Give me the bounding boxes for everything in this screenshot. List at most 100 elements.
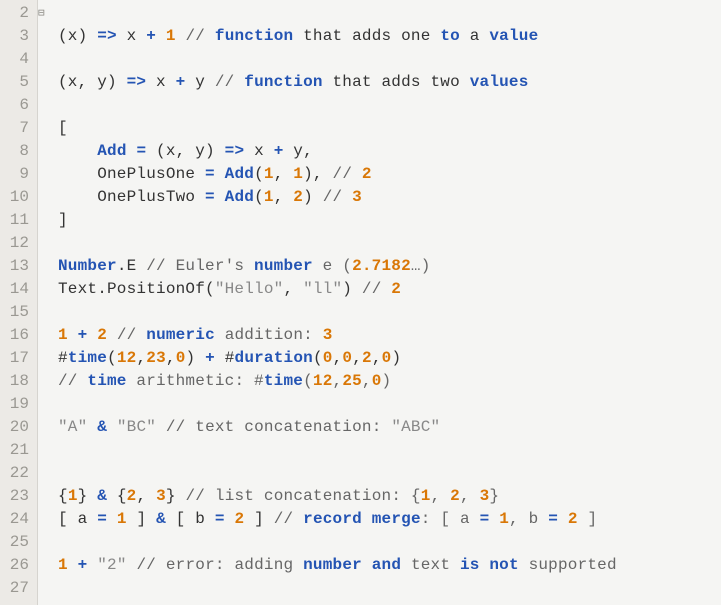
code-token: [ a <box>58 510 97 528</box>
code-line[interactable]: Add = (x, y) => x + y, <box>58 140 721 163</box>
line-number: 18 <box>0 370 29 393</box>
code-line[interactable]: [ <box>58 117 721 140</box>
code-line[interactable]: Text.PositionOf("Hello", "ll") // 2 <box>58 278 721 301</box>
code-token: …) <box>411 257 431 275</box>
code-line[interactable] <box>58 439 721 462</box>
code-token: 12 <box>313 372 333 390</box>
code-line[interactable] <box>58 48 721 71</box>
code-token: 0 <box>382 349 392 367</box>
code-token: // <box>117 326 146 344</box>
code-token: 0 <box>372 372 382 390</box>
code-token: function <box>244 73 322 91</box>
code-token: { <box>58 487 68 505</box>
code-line[interactable]: (x, y) => x + y // function that adds tw… <box>58 71 721 94</box>
code-token: ) <box>186 349 206 367</box>
code-token: Add <box>97 142 126 160</box>
code-line[interactable]: OnePlusTwo = Add(1, 2) // 3 <box>58 186 721 209</box>
code-line[interactable] <box>58 462 721 485</box>
code-token: 2 <box>293 188 303 206</box>
line-number: 13 <box>0 255 29 278</box>
code-token: 1 <box>58 326 68 344</box>
code-token: , <box>431 487 451 505</box>
code-token: ( <box>313 349 323 367</box>
code-line[interactable] <box>58 301 721 324</box>
line-number: 17 <box>0 347 29 370</box>
code-token: = <box>205 165 215 183</box>
code-token: e ( <box>313 257 352 275</box>
code-line[interactable]: OnePlusOne = Add(1, 1), // 2 <box>58 163 721 186</box>
code-token: 1 <box>499 510 509 528</box>
code-token: , <box>166 349 176 367</box>
code-token: time <box>68 349 107 367</box>
code-line[interactable]: 1 + "2" // error: adding number and text… <box>58 554 721 577</box>
code-token: = <box>548 510 558 528</box>
line-number: 24 <box>0 508 29 531</box>
code-line[interactable] <box>58 232 721 255</box>
line-number: 22 <box>0 462 29 485</box>
code-line[interactable]: {1} & {2, 3} // list concatenation: {1, … <box>58 485 721 508</box>
code-line[interactable] <box>58 2 721 25</box>
code-token: # <box>58 349 68 367</box>
code-line[interactable]: // time arithmetic: #time(12,25,0) <box>58 370 721 393</box>
code-token: # <box>215 349 235 367</box>
code-line[interactable]: ] <box>58 209 721 232</box>
code-token: ), <box>303 165 332 183</box>
code-line[interactable] <box>58 393 721 416</box>
code-token <box>68 326 78 344</box>
code-token: text <box>401 556 460 574</box>
code-line[interactable]: #time(12,23,0) + #duration(0,0,2,0) <box>58 347 721 370</box>
code-token: a <box>460 27 489 45</box>
code-token: arithmetic: # <box>127 372 264 390</box>
fold-gutter: ⊟ <box>38 0 52 605</box>
code-token: (x, y) <box>58 73 127 91</box>
code-token <box>107 418 117 436</box>
code-token: values <box>470 73 529 91</box>
code-token <box>127 142 137 160</box>
code-token: // text concatenation: <box>166 418 391 436</box>
line-number: 25 <box>0 531 29 554</box>
code-token: ( <box>254 165 264 183</box>
code-token: function <box>215 27 293 45</box>
code-token: [ <box>58 119 68 137</box>
code-token <box>225 510 235 528</box>
code-token: + <box>78 556 88 574</box>
code-line[interactable]: 1 + 2 // numeric addition: 3 <box>58 324 721 347</box>
code-token: , <box>333 372 343 390</box>
code-token: 0 <box>342 349 352 367</box>
code-token <box>156 27 166 45</box>
line-number: 16 <box>0 324 29 347</box>
code-line[interactable]: (x) => x + 1 // function that adds one t… <box>58 25 721 48</box>
code-token: Add <box>225 165 254 183</box>
code-line[interactable]: Number.E // Euler's number e (2.7182…) <box>58 255 721 278</box>
code-line[interactable]: [ a = 1 ] & [ b = 2 ] // record merge: [… <box>58 508 721 531</box>
line-number: 19 <box>0 393 29 416</box>
code-token: , <box>460 487 480 505</box>
fold-toggle-icon[interactable]: ⊟ <box>38 3 45 26</box>
code-token: 2 <box>450 487 460 505</box>
code-line[interactable]: "A" & "BC" // text concatenation: "ABC" <box>58 416 721 439</box>
code-token: 1 <box>166 27 176 45</box>
code-line[interactable] <box>58 577 721 600</box>
line-number: 3 <box>0 25 29 48</box>
code-token: x <box>117 27 146 45</box>
code-token: & <box>97 418 107 436</box>
line-number: 5 <box>0 71 29 94</box>
line-number: 26 <box>0 554 29 577</box>
code-line[interactable] <box>58 94 721 117</box>
code-token: , <box>136 487 156 505</box>
code-token: ] <box>244 510 273 528</box>
code-line[interactable] <box>58 531 721 554</box>
code-area[interactable]: (x) => x + 1 // function that adds one t… <box>52 0 721 605</box>
code-token: // <box>333 165 362 183</box>
code-token: // <box>215 73 244 91</box>
code-token <box>127 556 137 574</box>
line-number-gutter: 2345678910111213141516171819202122232425… <box>0 0 38 605</box>
code-token: // <box>58 372 87 390</box>
code-token: = <box>205 188 215 206</box>
line-number: 20 <box>0 416 29 439</box>
code-token: Number <box>58 257 117 275</box>
line-number: 6 <box>0 94 29 117</box>
line-number: 15 <box>0 301 29 324</box>
code-token: + <box>146 27 156 45</box>
line-number: 27 <box>0 577 29 600</box>
